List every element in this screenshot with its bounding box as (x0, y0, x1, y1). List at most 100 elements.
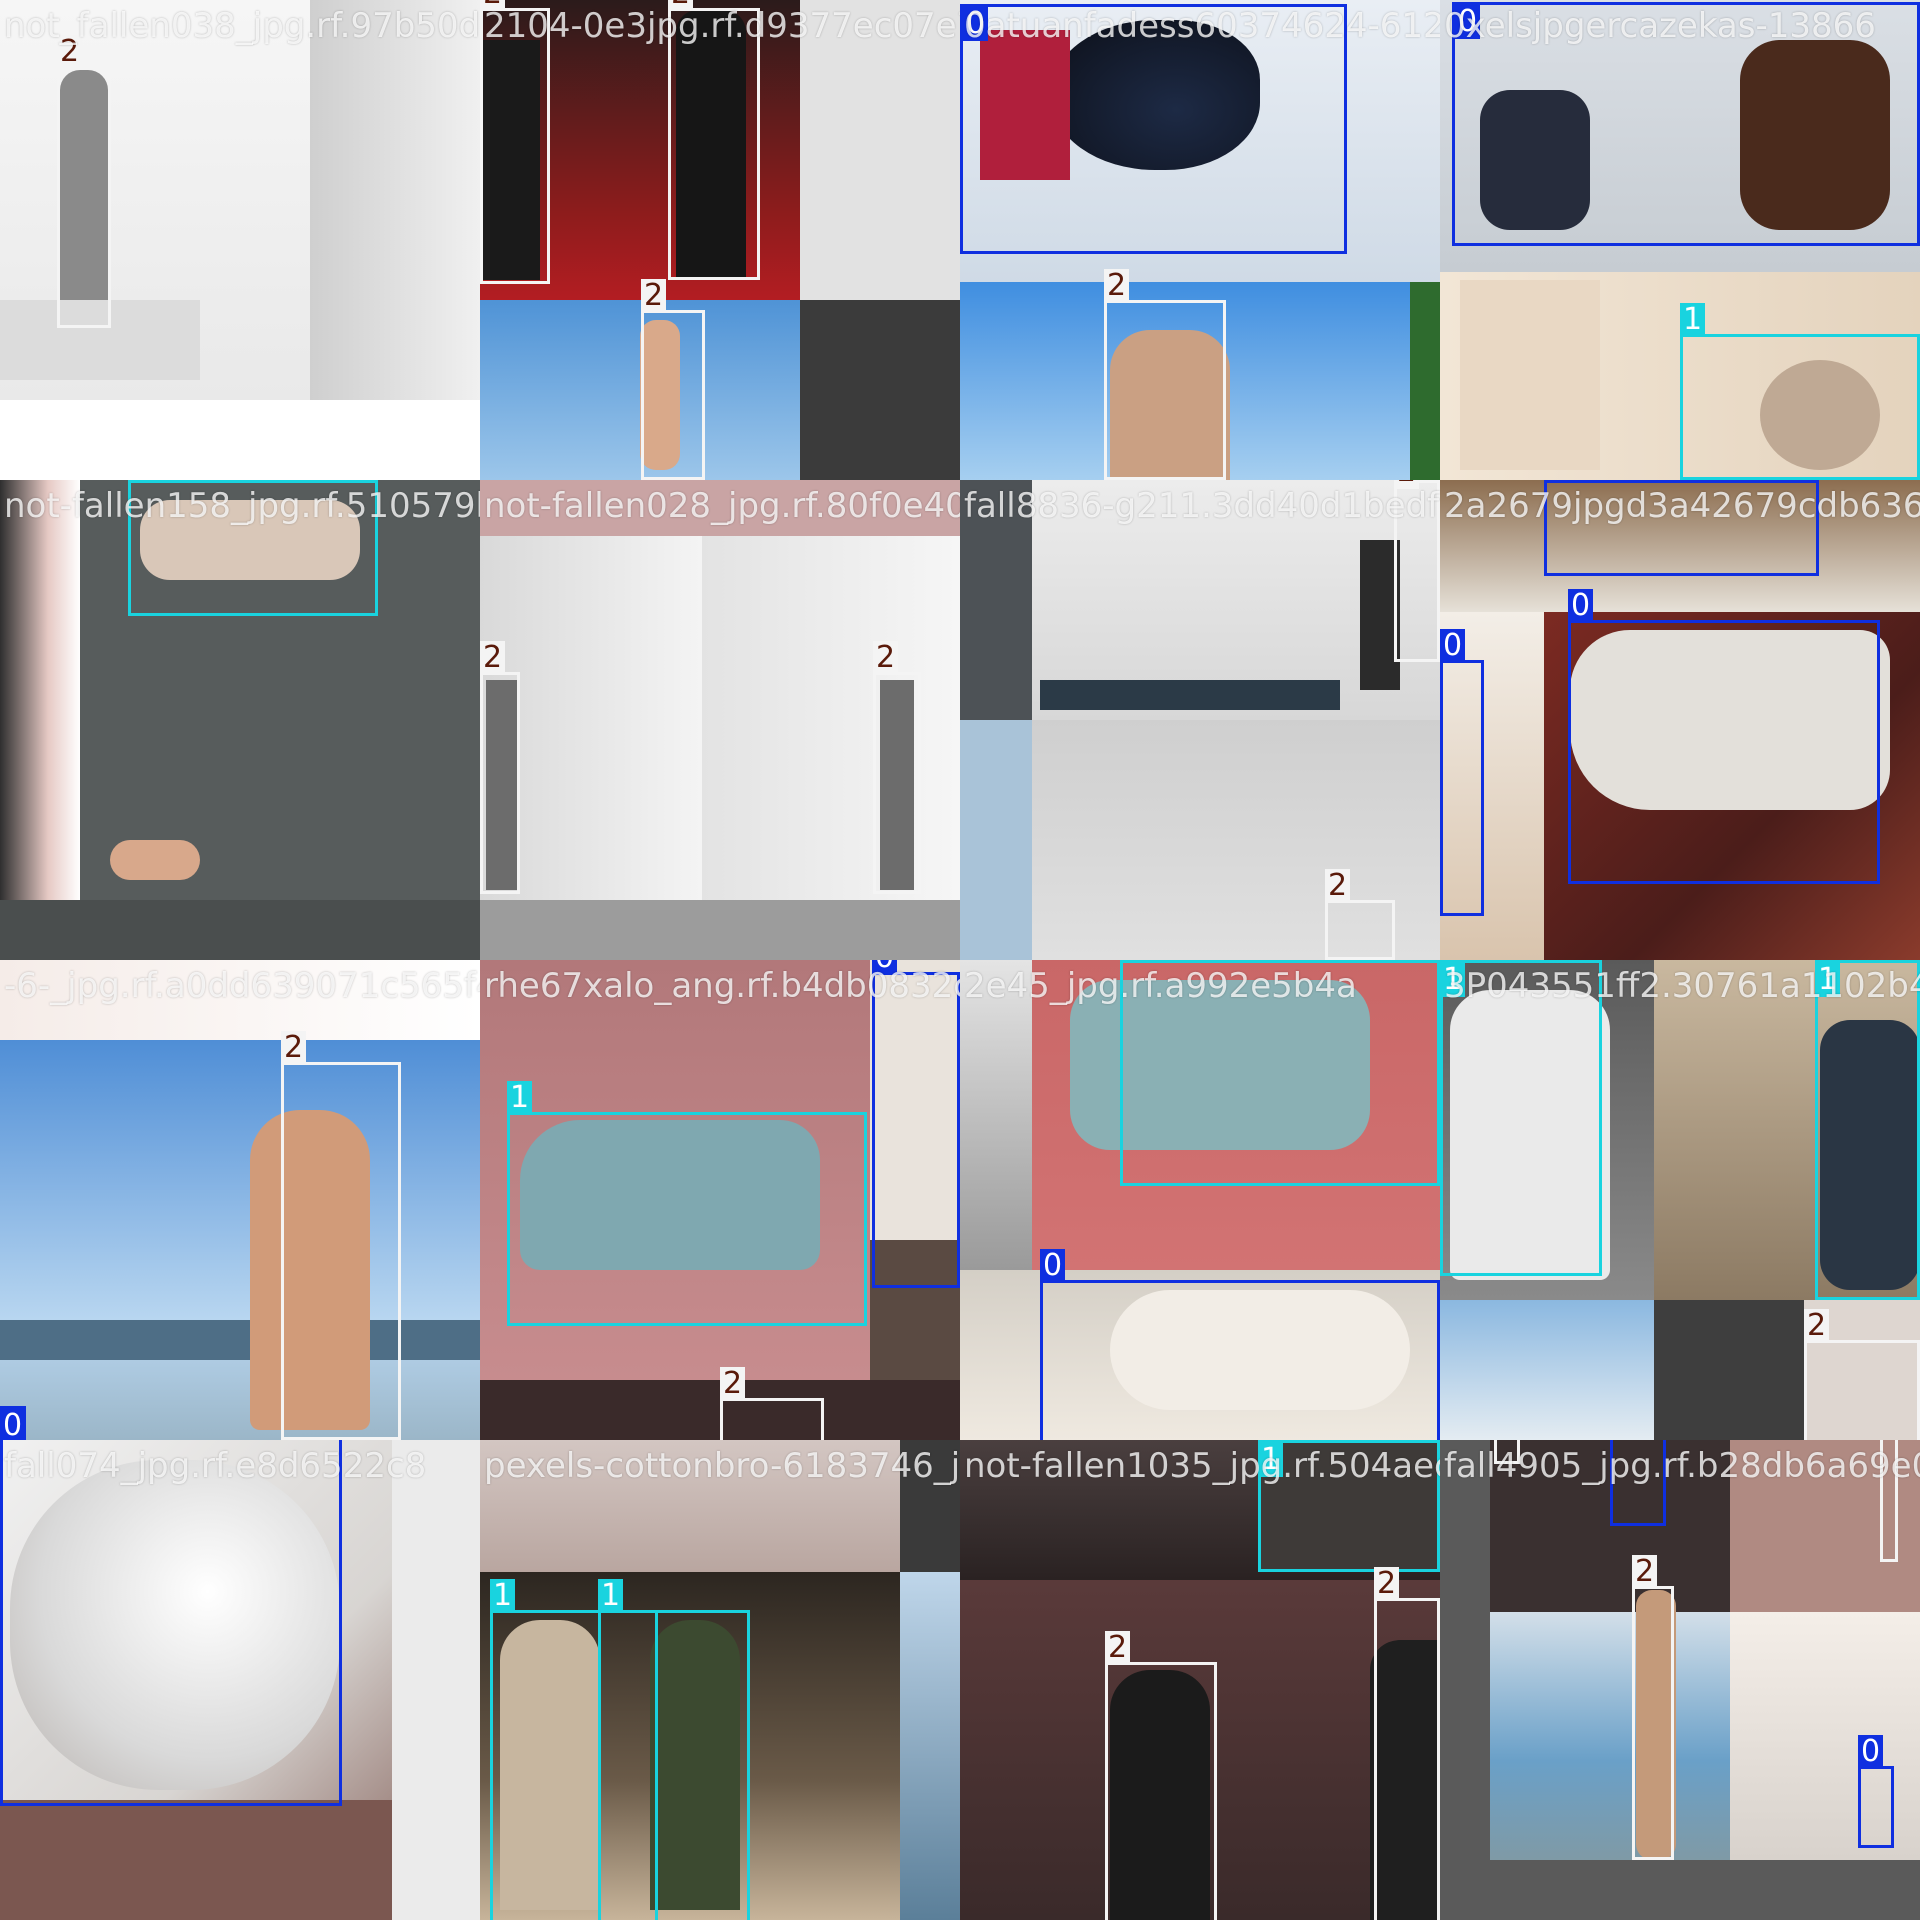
mosaic-tile: not_fallen038_jpg.rf.97b50d6 2 (0, 0, 480, 480)
photo-region (0, 960, 480, 1040)
mosaic-tile: 2a2679jpgd3a42679cdb636 0 0 0 (1440, 480, 1920, 960)
detection-box: 1 (1120, 960, 1440, 1186)
detection-box: 2 (1494, 1440, 1520, 1464)
class-label: 1 (1680, 303, 1706, 337)
mosaic-tile: fall4905_jpg.rf.b28db6a69e0f 2 0 2 2 0 (1440, 1440, 1920, 1920)
mosaic-tile: -6-_jpg.rf.a0dd639071c565f4 2 0 (0, 960, 480, 1440)
shadow (1040, 680, 1340, 710)
detection-box: 0 (1440, 629, 1484, 916)
detection-box: 0 (0, 1406, 26, 1440)
mosaic-tile: not-fallen158_jpg.rf.510579b 1 (0, 480, 480, 960)
class-label: 0 (0, 1409, 26, 1440)
class-label: 0 (1440, 629, 1466, 663)
class-label: 2 (1632, 1555, 1658, 1589)
detection-box: 2 (641, 279, 705, 480)
detection-box: 2 (873, 641, 921, 894)
mosaic-tile: fall8836-g211.3dd40d1bedf7 2 2 (960, 480, 1440, 960)
class-label: 0 (1040, 1249, 1066, 1283)
photo-region (0, 1040, 480, 1440)
detection-box: 1 (1680, 303, 1920, 480)
photo-region (702, 536, 960, 960)
mosaic-tile: 0xelsjpgercazekas-13866 0 1 (1440, 0, 1920, 480)
class-label: 1 (1440, 963, 1466, 997)
detection-box: 1 (128, 480, 378, 616)
detection-box: 0 (0, 1440, 342, 1806)
detection-box: 2 (1880, 1440, 1898, 1562)
mosaic-tile: not-fallen1035_jpg.rf.504aecf 1 2 2 (960, 1440, 1440, 1920)
detection-box: 2 (480, 0, 550, 284)
photo-region (1440, 1300, 1654, 1440)
detection-box: 1 (1815, 960, 1920, 1300)
detection-mosaic: not_fallen038_jpg.rf.97b50d6 2 2104-0e3j… (0, 0, 1920, 1920)
detection-box: 0 (1040, 1249, 1440, 1440)
class-label: 0 (1455, 5, 1481, 39)
detection-box: 2 (1325, 869, 1395, 960)
detection-box: 2 (668, 0, 760, 280)
detection-box: 2 (1374, 1567, 1440, 1920)
mosaic-tile: 3P043551ff2.30761a1102b4 1 1 2 (1440, 960, 1920, 1440)
detection-box: 1 (1258, 1440, 1440, 1572)
mosaic-tile: pexels-cottonbro-6183746_jpg 1 1 (480, 1440, 960, 1920)
detection-box: 0 (1568, 589, 1880, 884)
photo-region (900, 1440, 960, 1572)
photo-region (800, 300, 960, 480)
detection-box: 2 (1632, 1555, 1674, 1860)
detection-box: 0 (1858, 1735, 1894, 1848)
class-label: 2 (1804, 1309, 1830, 1343)
detection-box: 0 (1452, 2, 1920, 246)
detection-box: 1 (598, 1579, 750, 1920)
photo-region (960, 720, 1032, 960)
detection-box: 2 (1105, 1631, 1217, 1920)
class-label: 0 (872, 960, 898, 975)
photo-region (392, 1440, 480, 1920)
detection-box: 2 (57, 35, 111, 328)
foot (110, 840, 200, 880)
photo-region (480, 1440, 900, 1572)
photo-region (310, 0, 480, 400)
rug (0, 1800, 392, 1920)
detection-box: 2 (281, 1031, 401, 1440)
detection-box: 2 (1104, 269, 1226, 480)
class-label: 2 (1325, 869, 1351, 903)
class-label: 0 (1544, 480, 1570, 483)
mountains (0, 1320, 480, 1360)
detection-box: 0 (872, 960, 960, 1288)
detection-box: 0 (1610, 1440, 1666, 1526)
detection-box: 2 (720, 1367, 824, 1440)
photo-region (960, 960, 1032, 1270)
mosaic-tile: 2104-0e3jpg.rf.d9377ec07e7f 2 2 2 (480, 0, 960, 480)
mosaic-tile: 2e45_jpg.rf.a992e5b4a 1 0 (960, 960, 1440, 1440)
class-label: 1 (128, 480, 154, 483)
photo-region (960, 480, 1032, 720)
class-label: 0 (1858, 1735, 1884, 1769)
mosaic-tile: 0atuanfadess60374624-612 0 2 (960, 0, 1440, 480)
detection-box: 2 (480, 641, 520, 894)
mosaic-tile: not-fallen028_jpg.rf.80f0e406 2 2 (480, 480, 960, 960)
class-label: 2 (668, 0, 694, 11)
photo-region (1654, 1300, 1804, 1440)
class-label: 1 (1815, 963, 1841, 997)
class-label: 2 (641, 279, 667, 313)
bookshelf (1460, 280, 1600, 470)
class-label: 2 (1104, 269, 1130, 303)
class-label: 1 (1120, 960, 1146, 963)
photo-region (1490, 1612, 1730, 1860)
class-label: 2 (1374, 1567, 1400, 1601)
class-label: 1 (490, 1579, 516, 1613)
class-label: 0 (963, 7, 989, 41)
class-label: 2 (873, 641, 899, 675)
class-label: 2 (1105, 1631, 1131, 1665)
class-label: 2 (720, 1367, 746, 1401)
detection-box: 0 (1544, 480, 1819, 576)
photo-region (900, 1572, 960, 1920)
photo-region (0, 480, 80, 960)
detection-box: 2 (1804, 1309, 1920, 1440)
floor (480, 900, 960, 960)
photo-region (480, 480, 960, 536)
class-label: 1 (507, 1081, 533, 1115)
detection-box: 1 (1440, 960, 1602, 1276)
mosaic-tile: rhe67xalo_ang.rf.b4db0832c 1 0 2 (480, 960, 960, 1440)
detection-box: 0 (960, 4, 1347, 254)
class-label: 2 (281, 1031, 307, 1065)
photo-region (800, 0, 960, 300)
